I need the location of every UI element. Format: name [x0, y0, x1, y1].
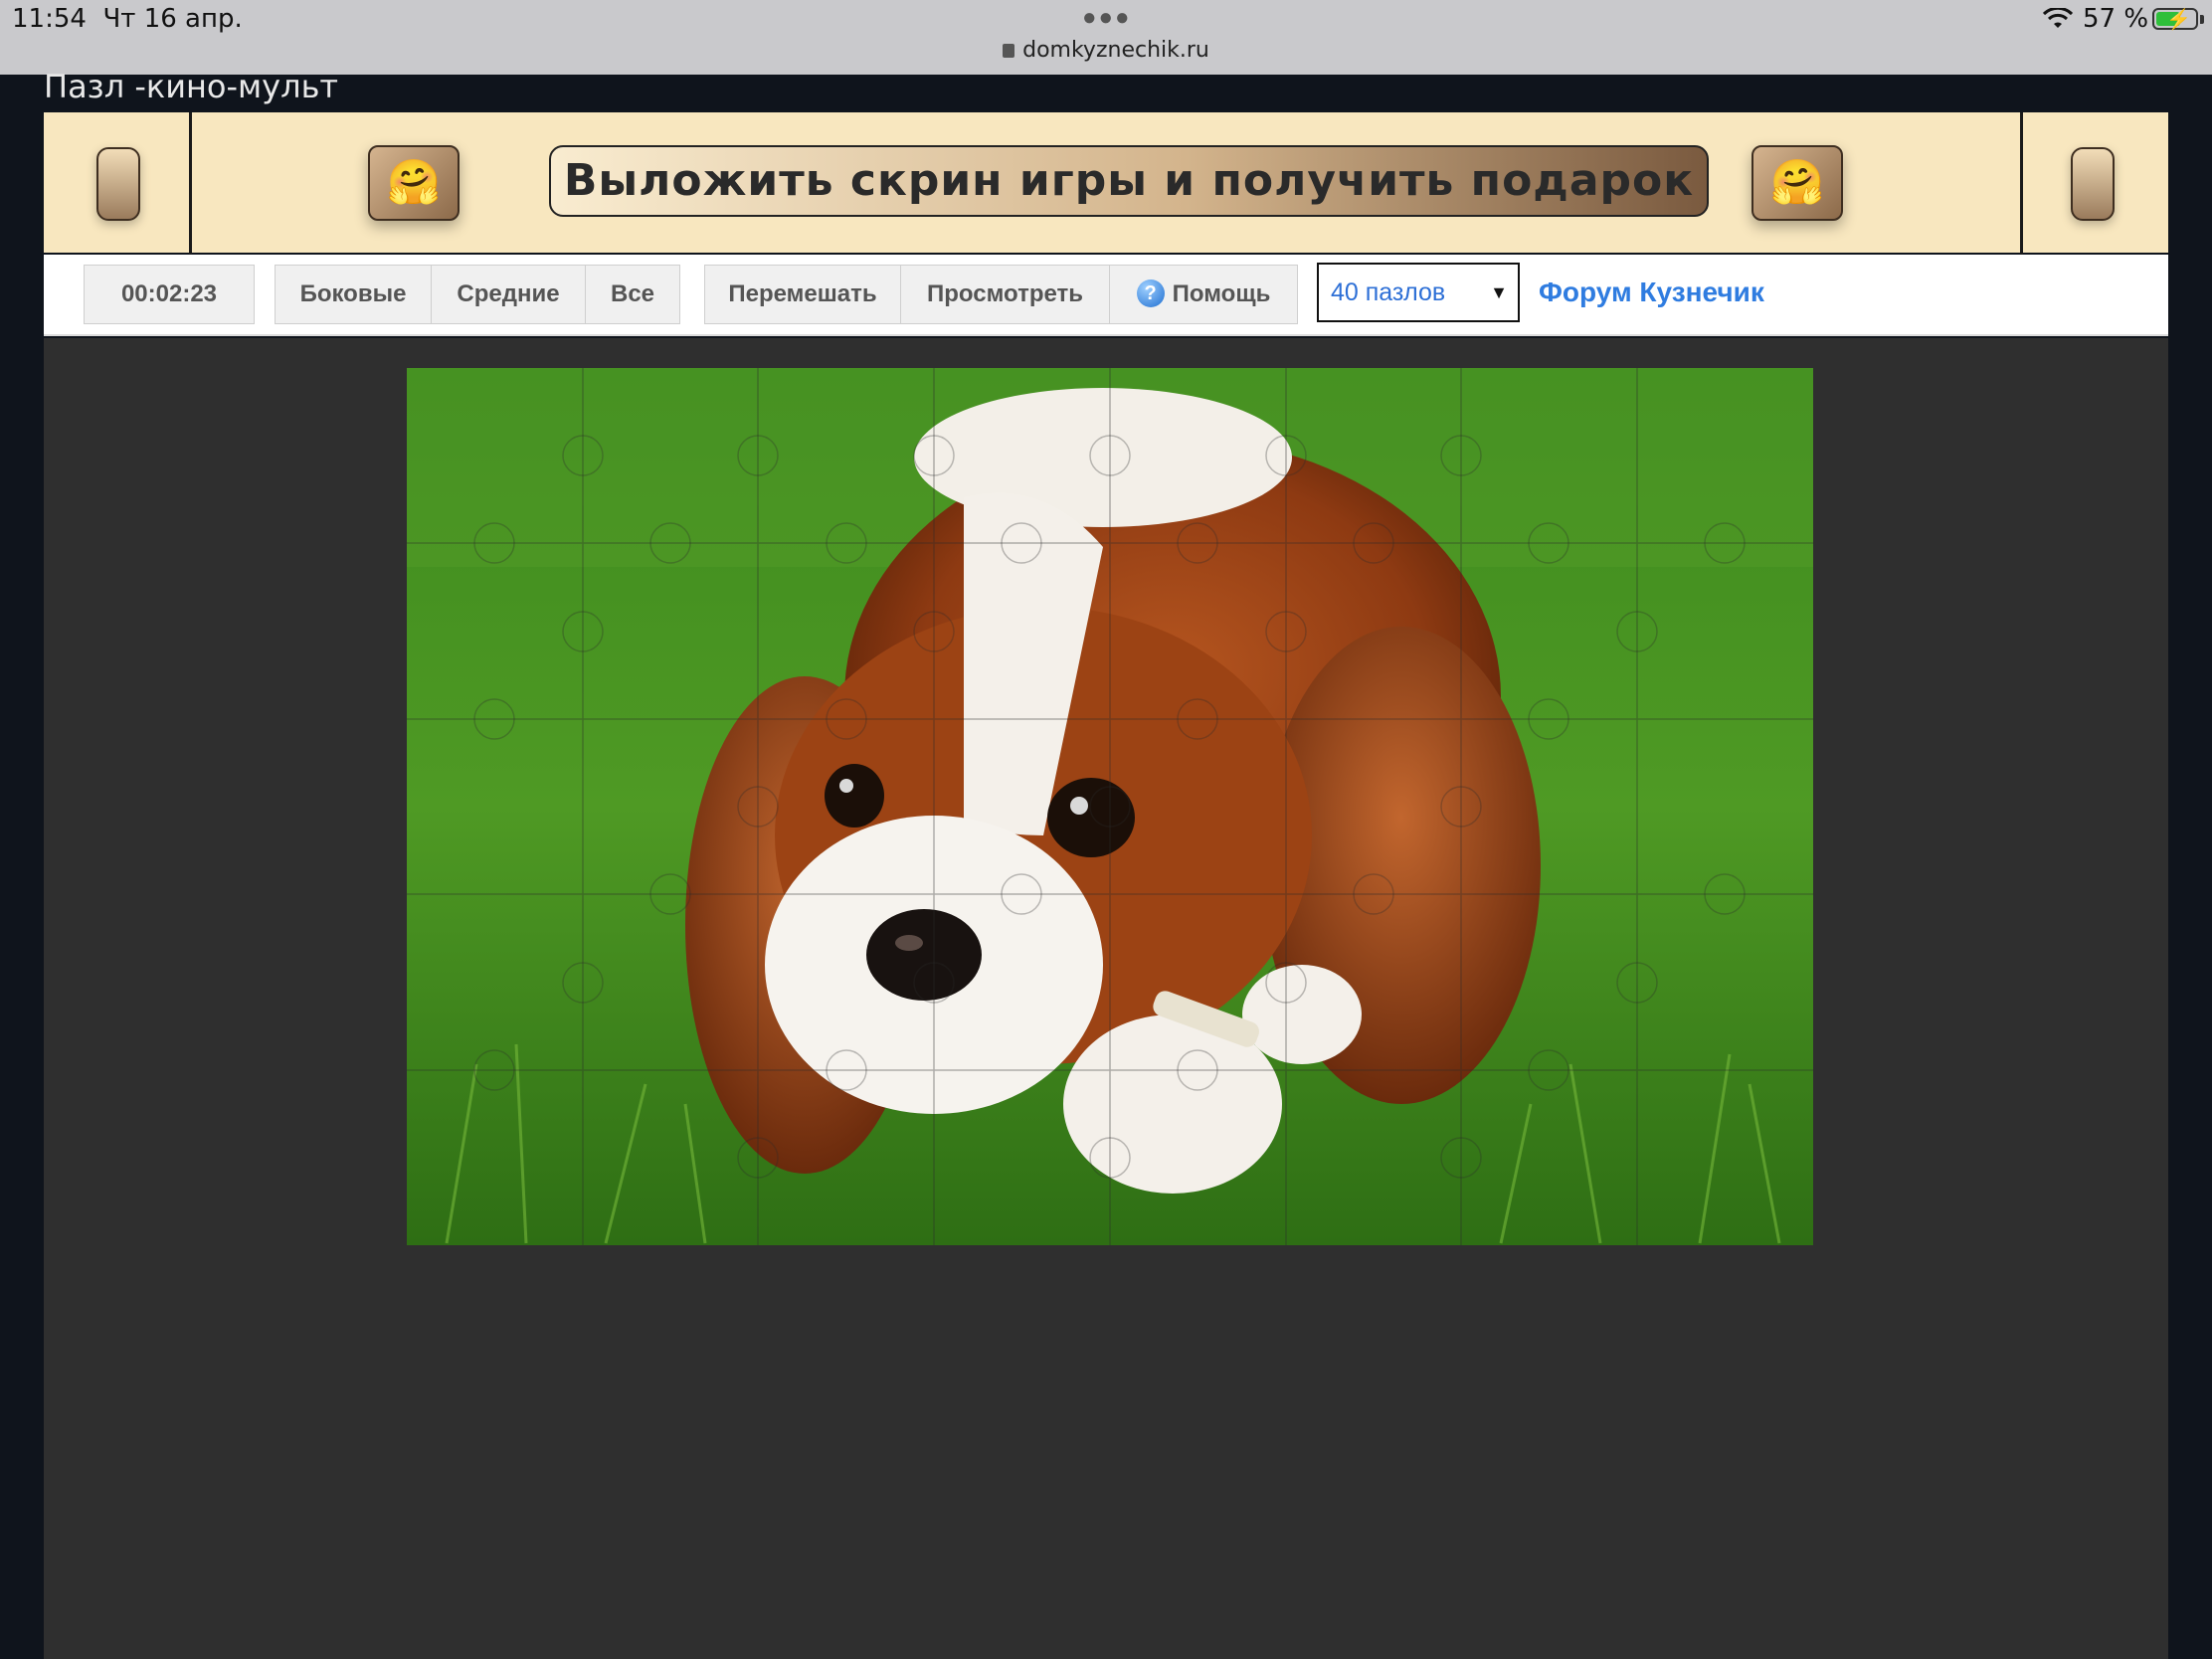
more-dots-icon[interactable]: ●●● [1082, 4, 1132, 32]
lock-icon [1003, 44, 1015, 58]
ios-status-bar: 11:54 Чт 16 апр. ●●● domkyznechik.ru 57 … [0, 0, 2212, 75]
help-button[interactable]: ? Помощь [1109, 265, 1298, 324]
banner-pill-left [96, 147, 140, 221]
game-area [44, 338, 2168, 1659]
filter-edges-button[interactable]: Боковые [275, 265, 432, 324]
banner-pill-right [2071, 147, 2115, 221]
help-icon: ? [1136, 279, 1165, 307]
help-label: Помощь [1172, 280, 1271, 307]
hug-emoji-icon[interactable]: 🤗 [1751, 145, 1843, 221]
banner-divider [189, 112, 192, 256]
battery-percent: 57 % [2083, 4, 2149, 34]
chevron-down-icon: ▼ [1490, 282, 1508, 302]
puzzle-board[interactable] [407, 368, 1813, 1245]
puzzle-image [407, 368, 1813, 1245]
shuffle-button[interactable]: Перемешать [704, 265, 901, 324]
promo-banner: 🤗 Выложить скрин игры и получить подарок… [44, 109, 2168, 256]
banner-divider [2020, 112, 2023, 256]
url-text: domkyznechik.ru [1022, 38, 1209, 63]
hug-emoji-icon[interactable]: 🤗 [368, 145, 460, 221]
share-screenshot-button[interactable]: Выложить скрин игры и получить подарок [549, 145, 1709, 217]
status-time: 11:54 Чт 16 апр. [12, 4, 243, 34]
filter-middle-button[interactable]: Средние [431, 265, 586, 324]
address-bar[interactable]: domkyznechik.ru [0, 38, 2212, 63]
forum-link[interactable]: Форум Кузнечик [1539, 276, 1764, 308]
preview-button[interactable]: Просмотреть [900, 265, 1110, 324]
piece-count-value: 40 пазлов [1331, 278, 1446, 306]
wifi-icon [2043, 8, 2073, 28]
puzzle-toolbar: 00:02:23 Боковые Средние Все Перемешать … [44, 255, 2168, 336]
battery-icon: ⚡ [2152, 8, 2198, 31]
filter-all-button[interactable]: Все [585, 265, 680, 324]
timer-display: 00:02:23 [84, 265, 255, 324]
piece-count-select[interactable]: 40 пазлов ▼ [1317, 263, 1520, 322]
page-title: Пазл -кино-мульт [44, 68, 339, 105]
